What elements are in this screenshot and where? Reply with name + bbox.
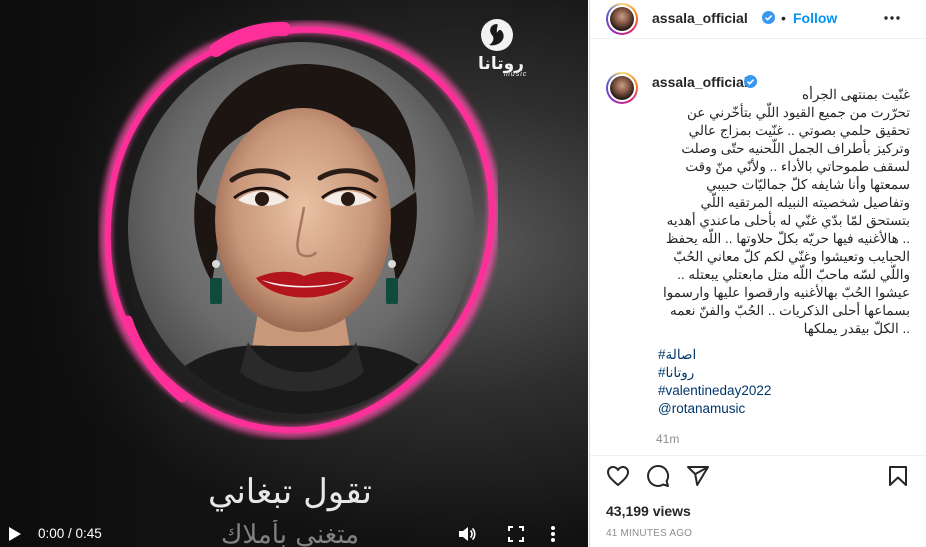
action-bar [590,455,926,496]
logo-subtext: music [504,71,528,78]
view-count[interactable]: 43,199 views [606,503,691,519]
verified-badge-icon [762,11,775,24]
video-time: 0:00 / 0:45 [38,526,102,541]
post-caption: assala_official غنّيت بمنتهى الجرأه تحرّ… [590,50,926,446]
mention-link[interactable]: @rotanamusic [658,400,771,418]
video-player[interactable]: روتانا music تقول تبغاني متغنى بأملاك 0:… [0,0,588,547]
hashtag-link[interactable]: #روتانا [658,364,771,382]
header-username[interactable]: assala_official [652,10,748,26]
volume-icon[interactable] [458,526,476,542]
post-timestamp: 41 MINUTES AGO [606,528,693,539]
more-options-icon[interactable] [550,525,556,543]
post-header: assala_official • Follow [590,0,926,39]
follow-button[interactable]: Follow [793,10,837,26]
share-icon[interactable] [686,464,710,488]
hashtag-list: #اصالة #روتانا #valentineday2022 @rotana… [658,346,771,418]
heart-icon[interactable] [606,464,630,488]
cover-title: تقول تبغاني [207,472,373,512]
avatar[interactable] [606,3,638,35]
comment-icon[interactable] [646,464,670,488]
caption-text: غنّيت بمنتهى الجرأه تحرّرت من جميع القيو… [663,87,910,336]
post-panel: assala_official • Follow assala_official… [589,0,926,547]
separator-dot: • [781,10,786,26]
caption-timestamp: 41m [656,432,680,446]
fullscreen-icon[interactable] [508,526,524,542]
more-options-icon[interactable] [884,16,900,20]
play-icon[interactable] [8,527,22,541]
video-controls: 0:00 / 0:45 [0,520,588,547]
caption-avatar[interactable] [606,72,638,104]
artist-portrait [128,42,474,414]
hashtag-link[interactable]: #اصالة [658,346,771,364]
bookmark-icon[interactable] [886,464,910,488]
hashtag-link[interactable]: #valentineday2022 [658,382,771,400]
